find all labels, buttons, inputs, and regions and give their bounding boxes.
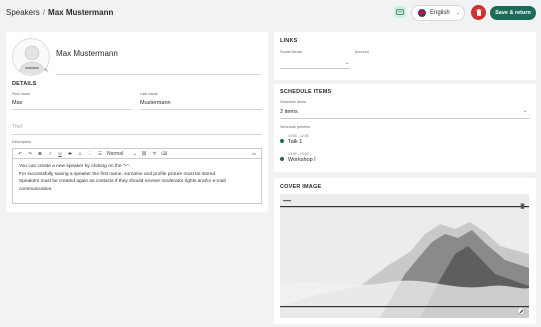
remove-icon[interactable]: ⌫	[161, 151, 167, 157]
speaker-details-card: ✎ Max Mustermann DETAILS First name Max …	[6, 32, 268, 212]
language-select[interactable]: English ⌄	[411, 5, 465, 21]
name-underline	[56, 74, 261, 75]
schedule-dot	[280, 157, 284, 161]
breadcrumb-separator: /	[42, 8, 46, 17]
first-name-label: First name	[12, 92, 30, 96]
ordered-list-icon[interactable]: ⋮	[87, 151, 93, 157]
description-label: Description	[12, 140, 31, 144]
underline-icon[interactable]: U	[57, 151, 63, 156]
description-line-1: You can create a new speaker by clicking…	[19, 164, 131, 169]
schedule-items-label: Schedule items	[280, 100, 306, 104]
account-label: Account	[355, 50, 369, 54]
cover-image[interactable]	[280, 194, 529, 318]
editor-toolbar: ↶ ↷ B I U S ≡ ⋮ ☰ Normal ⌄ ⛓ T̸ ⌫ ▭	[13, 149, 261, 159]
social-media-label: Social Media	[280, 50, 302, 54]
more-options-icon[interactable]: ▭	[251, 151, 257, 157]
social-media-select[interactable]	[280, 68, 350, 69]
first-name-underline	[12, 109, 132, 110]
chevron-down-icon: ⌄	[455, 10, 460, 16]
trash-icon	[475, 9, 482, 16]
description-line-3: Speakers must be created again as contac…	[19, 179, 226, 192]
last-name-underline	[140, 109, 262, 110]
chat-button[interactable]	[394, 6, 406, 18]
edit-cover-button[interactable]	[517, 307, 525, 315]
schedule-item[interactable]: 10:00 - 12:00 Talk 1	[280, 134, 380, 147]
trash-icon	[520, 203, 525, 209]
mountain-fog-image	[280, 194, 529, 318]
schedule-item[interactable]: 13:00 - 15:00 Workshop I	[280, 152, 380, 165]
chevron-down-icon: ⌄	[523, 108, 528, 114]
language-label: English	[430, 10, 450, 16]
cover-image-card: COVER IMAGE	[274, 178, 536, 324]
speaker-name: Max Mustermann	[56, 49, 118, 58]
clear-format-icon[interactable]: T̸	[151, 151, 157, 156]
format-select[interactable]: Normal ⌄	[107, 151, 137, 157]
bold-icon[interactable]: B	[37, 151, 43, 156]
format-select-value: Normal	[107, 150, 124, 157]
chevron-down-icon: ⌄	[345, 60, 350, 66]
schedule-preview-label: Schedule preview	[280, 125, 310, 129]
page-title: Max Mustermann	[48, 8, 114, 17]
first-name-field[interactable]: Max	[12, 100, 22, 106]
last-name-field[interactable]: Mustermann	[140, 100, 171, 106]
breadcrumb: Speakers / Max Mustermann	[6, 8, 113, 17]
save-return-button[interactable]: Save & return	[490, 6, 536, 20]
schedule-heading: SCHEDULE ITEMS	[280, 89, 332, 95]
description-line-2: For successfully saving a speaker the fi…	[19, 171, 217, 177]
chevron-down-icon: ⌄	[132, 150, 137, 157]
details-heading: DETAILS	[12, 81, 37, 87]
schedule-items-underline	[280, 118, 530, 119]
top-bar: Speakers / Max Mustermann English ⌄ Save &…	[0, 0, 541, 28]
links-card: LINKS Social Media ⌄ Account	[274, 32, 536, 80]
title-underline	[12, 134, 262, 135]
undo-icon[interactable]: ↶	[17, 151, 23, 157]
uk-flag-icon	[418, 9, 426, 17]
align-icon[interactable]: ≡	[77, 151, 83, 156]
schedule-card: SCHEDULE ITEMS Schedule items 2 items ⌄ …	[274, 84, 536, 172]
editor-content[interactable]: You can create a new speaker by clicking…	[13, 159, 261, 197]
schedule-dot	[280, 139, 284, 143]
chat-icon	[396, 9, 404, 15]
bullet-list-icon[interactable]: ☰	[97, 151, 103, 157]
schedule-time: 10:00 - 12:00	[288, 134, 309, 138]
redo-icon[interactable]: ↷	[27, 151, 33, 157]
pencil-icon	[519, 309, 523, 313]
last-name-label: Last name	[140, 92, 158, 96]
schedule-time: 13:00 - 15:00	[288, 152, 309, 156]
delete-cover-button[interactable]	[520, 196, 525, 214]
cover-image-heading: COVER IMAGE	[280, 184, 322, 190]
title-field[interactable]: Titel	[12, 124, 22, 130]
edit-avatar-icon[interactable]: ✎	[44, 68, 48, 74]
schedule-title: Workshop I	[288, 157, 316, 163]
delete-button[interactable]	[471, 5, 486, 20]
schedule-items-select[interactable]: 2 items	[280, 109, 298, 115]
schedule-title: Talk 1	[288, 139, 303, 145]
description-editor[interactable]: ↶ ↷ B I U S ≡ ⋮ ☰ Normal ⌄ ⛓ T̸ ⌫ ▭ You c…	[12, 148, 262, 204]
italic-icon[interactable]: I	[47, 151, 53, 156]
strikethrough-icon[interactable]: S	[67, 151, 73, 156]
breadcrumb-speakers[interactable]: Speakers	[6, 8, 40, 17]
link-icon[interactable]: ⛓	[141, 151, 147, 157]
links-heading: LINKS	[280, 38, 298, 44]
